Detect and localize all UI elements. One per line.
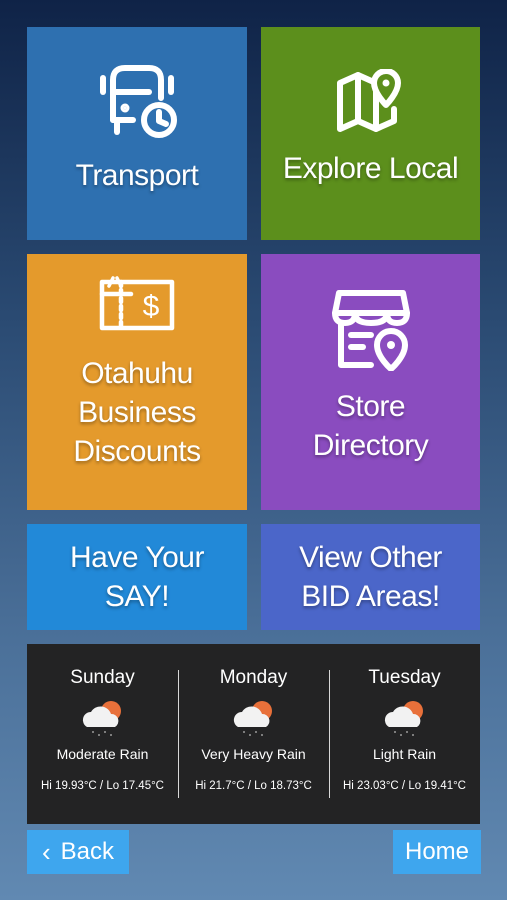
bus-clock-icon	[95, 62, 179, 142]
day-temperatures: Hi 21.7°C / Lo 18.73°C	[195, 780, 312, 792]
view-bid-areas-label: View Other BID Areas!	[299, 541, 442, 613]
day-condition: Moderate Rain	[56, 746, 149, 762]
business-discounts-label: Otahuhu Business Discounts	[73, 356, 201, 468]
back-label: Back	[60, 838, 115, 865]
have-your-say-label: Have Your SAY!	[70, 541, 204, 613]
day-condition: Very Heavy Rain	[201, 746, 306, 762]
explore-local-tile[interactable]: Explore Local	[261, 27, 480, 240]
voucher-dollar-icon: $	[99, 274, 175, 332]
explore-local-label: Explore Local	[282, 152, 459, 185]
business-discounts-tile[interactable]: $ Otahuhu Business Discounts	[27, 254, 247, 510]
view-bid-areas-tile[interactable]: View Other BID Areas!	[261, 524, 480, 630]
forecast-day: Monday Very Heavy Rain Hi 21.7°C / Lo 18…	[178, 667, 329, 798]
sun-cloud-rain-icon	[230, 697, 278, 739]
back-button[interactable]: ‹ Back	[27, 830, 129, 874]
day-temperatures: Hi 19.93°C / Lo 17.45°C	[41, 780, 164, 792]
day-temperatures: Hi 23.03°C / Lo 19.41°C	[343, 780, 466, 792]
forecast-day: Tuesday Light Rain Hi 23.03°C / Lo 19.41…	[329, 667, 480, 798]
store-pin-icon	[331, 289, 411, 371]
have-your-say-tile[interactable]: Have Your SAY!	[27, 524, 247, 630]
weather-forecast-panel: Sunday Moderate Rain Hi 19.93°C / Lo 17.…	[27, 644, 480, 824]
map-pin-icon	[336, 69, 406, 135]
day-name: Monday	[219, 667, 288, 688]
forecast-day: Sunday Moderate Rain Hi 19.93°C / Lo 17.…	[27, 667, 178, 798]
transport-tile[interactable]: Transport	[27, 27, 247, 240]
store-directory-tile[interactable]: Store Directory	[261, 254, 480, 510]
chevron-left-icon: ‹	[41, 837, 51, 867]
day-name: Sunday	[70, 667, 135, 688]
day-name: Tuesday	[368, 667, 441, 688]
home-label: Home	[404, 838, 470, 865]
home-button[interactable]: Home	[393, 830, 481, 874]
sun-cloud-rain-icon	[381, 697, 429, 739]
store-directory-label: Store Directory	[312, 390, 429, 462]
day-condition: Light Rain	[372, 746, 437, 762]
transport-label: Transport	[75, 159, 199, 192]
sun-cloud-rain-icon	[79, 697, 127, 739]
svg-text:$: $	[143, 290, 160, 323]
